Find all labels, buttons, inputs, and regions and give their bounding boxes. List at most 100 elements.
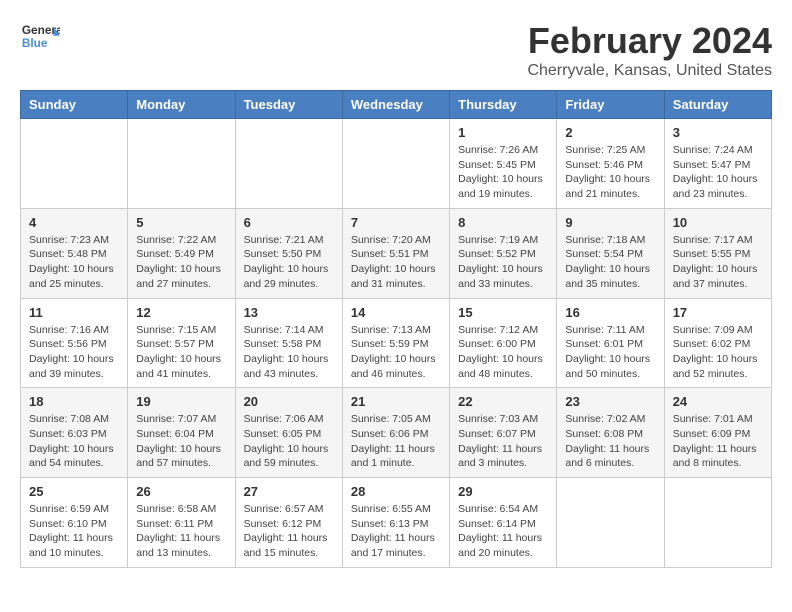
calendar-day-cell: 22 Sunrise: 7:03 AM Sunset: 6:07 PM Dayli…: [450, 388, 557, 478]
calendar-day-cell: 4 Sunrise: 7:23 AM Sunset: 5:48 PM Daylig…: [21, 208, 128, 298]
day-info: Sunrise: 7:03 AM Sunset: 6:07 PM Dayligh…: [458, 412, 548, 471]
day-info: Sunrise: 7:08 AM Sunset: 6:03 PM Dayligh…: [29, 412, 119, 471]
day-number: 6: [244, 215, 334, 230]
weekday-header: Thursday: [450, 91, 557, 119]
day-info: Sunrise: 7:18 AM Sunset: 5:54 PM Dayligh…: [565, 233, 655, 292]
day-info: Sunrise: 7:01 AM Sunset: 6:09 PM Dayligh…: [673, 412, 763, 471]
day-number: 29: [458, 484, 548, 499]
day-info: Sunrise: 7:21 AM Sunset: 5:50 PM Dayligh…: [244, 233, 334, 292]
calendar-day-cell: 13 Sunrise: 7:14 AM Sunset: 5:58 PM Dayli…: [235, 298, 342, 388]
calendar-day-cell: 11 Sunrise: 7:16 AM Sunset: 5:56 PM Dayli…: [21, 298, 128, 388]
day-number: 17: [673, 305, 763, 320]
day-info: Sunrise: 7:11 AM Sunset: 6:01 PM Dayligh…: [565, 323, 655, 382]
calendar-day-cell: [557, 478, 664, 568]
day-info: Sunrise: 7:20 AM Sunset: 5:51 PM Dayligh…: [351, 233, 441, 292]
day-number: 4: [29, 215, 119, 230]
day-info: Sunrise: 7:05 AM Sunset: 6:06 PM Dayligh…: [351, 412, 441, 471]
day-info: Sunrise: 6:54 AM Sunset: 6:14 PM Dayligh…: [458, 502, 548, 561]
day-number: 11: [29, 305, 119, 320]
weekday-header: Saturday: [664, 91, 771, 119]
calendar-day-cell: 28 Sunrise: 6:55 AM Sunset: 6:13 PM Dayli…: [342, 478, 449, 568]
calendar-day-cell: [342, 119, 449, 209]
calendar-day-cell: 16 Sunrise: 7:11 AM Sunset: 6:01 PM Dayli…: [557, 298, 664, 388]
calendar-day-cell: 24 Sunrise: 7:01 AM Sunset: 6:09 PM Dayli…: [664, 388, 771, 478]
calendar-week-row: 11 Sunrise: 7:16 AM Sunset: 5:56 PM Dayli…: [21, 298, 772, 388]
calendar-table: SundayMondayTuesdayWednesdayThursdayFrid…: [20, 90, 772, 568]
weekday-header: Friday: [557, 91, 664, 119]
day-info: Sunrise: 6:58 AM Sunset: 6:11 PM Dayligh…: [136, 502, 226, 561]
day-number: 24: [673, 394, 763, 409]
page-header: General Blue February 2024 Cherryvale, K…: [20, 20, 772, 80]
day-info: Sunrise: 7:16 AM Sunset: 5:56 PM Dayligh…: [29, 323, 119, 382]
page-subtitle: Cherryvale, Kansas, United States: [527, 62, 772, 80]
day-number: 18: [29, 394, 119, 409]
day-number: 8: [458, 215, 548, 230]
calendar-day-cell: 12 Sunrise: 7:15 AM Sunset: 5:57 PM Dayli…: [128, 298, 235, 388]
day-number: 10: [673, 215, 763, 230]
calendar-day-cell: 17 Sunrise: 7:09 AM Sunset: 6:02 PM Dayli…: [664, 298, 771, 388]
day-info: Sunrise: 6:59 AM Sunset: 6:10 PM Dayligh…: [29, 502, 119, 561]
calendar-header-row: SundayMondayTuesdayWednesdayThursdayFrid…: [21, 91, 772, 119]
calendar-day-cell: 20 Sunrise: 7:06 AM Sunset: 6:05 PM Dayli…: [235, 388, 342, 478]
calendar-week-row: 18 Sunrise: 7:08 AM Sunset: 6:03 PM Dayli…: [21, 388, 772, 478]
day-info: Sunrise: 7:06 AM Sunset: 6:05 PM Dayligh…: [244, 412, 334, 471]
day-info: Sunrise: 7:02 AM Sunset: 6:08 PM Dayligh…: [565, 412, 655, 471]
day-info: Sunrise: 6:57 AM Sunset: 6:12 PM Dayligh…: [244, 502, 334, 561]
calendar-day-cell: 3 Sunrise: 7:24 AM Sunset: 5:47 PM Daylig…: [664, 119, 771, 209]
day-number: 27: [244, 484, 334, 499]
calendar-day-cell: 14Sunrise: 7:13 AM Sunset: 5:59 PM Dayli…: [342, 298, 449, 388]
day-info: Sunrise: 7:09 AM Sunset: 6:02 PM Dayligh…: [673, 323, 763, 382]
day-number: 26: [136, 484, 226, 499]
day-info: Sunrise: 6:55 AM Sunset: 6:13 PM Dayligh…: [351, 502, 441, 561]
day-number: 21: [351, 394, 441, 409]
calendar-week-row: 25 Sunrise: 6:59 AM Sunset: 6:10 PM Dayli…: [21, 478, 772, 568]
day-number: 1: [458, 125, 548, 140]
day-info: Sunrise: 7:13 AM Sunset: 5:59 PM Dayligh…: [351, 323, 441, 382]
day-number: 20: [244, 394, 334, 409]
day-number: 3: [673, 125, 763, 140]
calendar-day-cell: 1 Sunrise: 7:26 AM Sunset: 5:45 PM Daylig…: [450, 119, 557, 209]
day-number: 25: [29, 484, 119, 499]
day-number: 19: [136, 394, 226, 409]
day-number: 2: [565, 125, 655, 140]
logo: General Blue: [20, 20, 60, 50]
calendar-day-cell: 5Sunrise: 7:22 AM Sunset: 5:49 PM Daylig…: [128, 208, 235, 298]
calendar-day-cell: 26 Sunrise: 6:58 AM Sunset: 6:11 PM Dayli…: [128, 478, 235, 568]
day-number: 13: [244, 305, 334, 320]
calendar-day-cell: 7 Sunrise: 7:20 AM Sunset: 5:51 PM Daylig…: [342, 208, 449, 298]
weekday-header: Monday: [128, 91, 235, 119]
calendar-week-row: 4 Sunrise: 7:23 AM Sunset: 5:48 PM Daylig…: [21, 208, 772, 298]
calendar-day-cell: 29 Sunrise: 6:54 AM Sunset: 6:14 PM Dayli…: [450, 478, 557, 568]
day-number: 12: [136, 305, 226, 320]
calendar-day-cell: 6 Sunrise: 7:21 AM Sunset: 5:50 PM Daylig…: [235, 208, 342, 298]
calendar-day-cell: [128, 119, 235, 209]
day-number: 22: [458, 394, 548, 409]
day-info: Sunrise: 7:24 AM Sunset: 5:47 PM Dayligh…: [673, 143, 763, 202]
calendar-day-cell: 10 Sunrise: 7:17 AM Sunset: 5:55 PM Dayli…: [664, 208, 771, 298]
calendar-day-cell: 27 Sunrise: 6:57 AM Sunset: 6:12 PM Dayli…: [235, 478, 342, 568]
day-info: Sunrise: 7:15 AM Sunset: 5:57 PM Dayligh…: [136, 323, 226, 382]
page-title: February 2024: [527, 20, 772, 62]
day-number: 28: [351, 484, 441, 499]
day-info: Sunrise: 7:14 AM Sunset: 5:58 PM Dayligh…: [244, 323, 334, 382]
calendar-day-cell: 18 Sunrise: 7:08 AM Sunset: 6:03 PM Dayli…: [21, 388, 128, 478]
calendar-day-cell: 9Sunrise: 7:18 AM Sunset: 5:54 PM Daylig…: [557, 208, 664, 298]
title-section: February 2024 Cherryvale, Kansas, United…: [527, 20, 772, 80]
weekday-header: Sunday: [21, 91, 128, 119]
calendar-day-cell: 15Sunrise: 7:12 AM Sunset: 6:00 PM Dayli…: [450, 298, 557, 388]
calendar-day-cell: 8Sunrise: 7:19 AM Sunset: 5:52 PM Daylig…: [450, 208, 557, 298]
day-number: 16: [565, 305, 655, 320]
calendar-day-cell: 19Sunrise: 7:07 AM Sunset: 6:04 PM Dayli…: [128, 388, 235, 478]
day-info: Sunrise: 7:23 AM Sunset: 5:48 PM Dayligh…: [29, 233, 119, 292]
calendar-day-cell: [664, 478, 771, 568]
day-number: 5: [136, 215, 226, 230]
calendar-day-cell: [235, 119, 342, 209]
day-number: 23: [565, 394, 655, 409]
day-info: Sunrise: 7:25 AM Sunset: 5:46 PM Dayligh…: [565, 143, 655, 202]
day-info: Sunrise: 7:26 AM Sunset: 5:45 PM Dayligh…: [458, 143, 548, 202]
day-number: 7: [351, 215, 441, 230]
day-info: Sunrise: 7:17 AM Sunset: 5:55 PM Dayligh…: [673, 233, 763, 292]
calendar-week-row: 1 Sunrise: 7:26 AM Sunset: 5:45 PM Daylig…: [21, 119, 772, 209]
svg-text:Blue: Blue: [22, 36, 48, 50]
logo-icon: General Blue: [20, 20, 60, 50]
